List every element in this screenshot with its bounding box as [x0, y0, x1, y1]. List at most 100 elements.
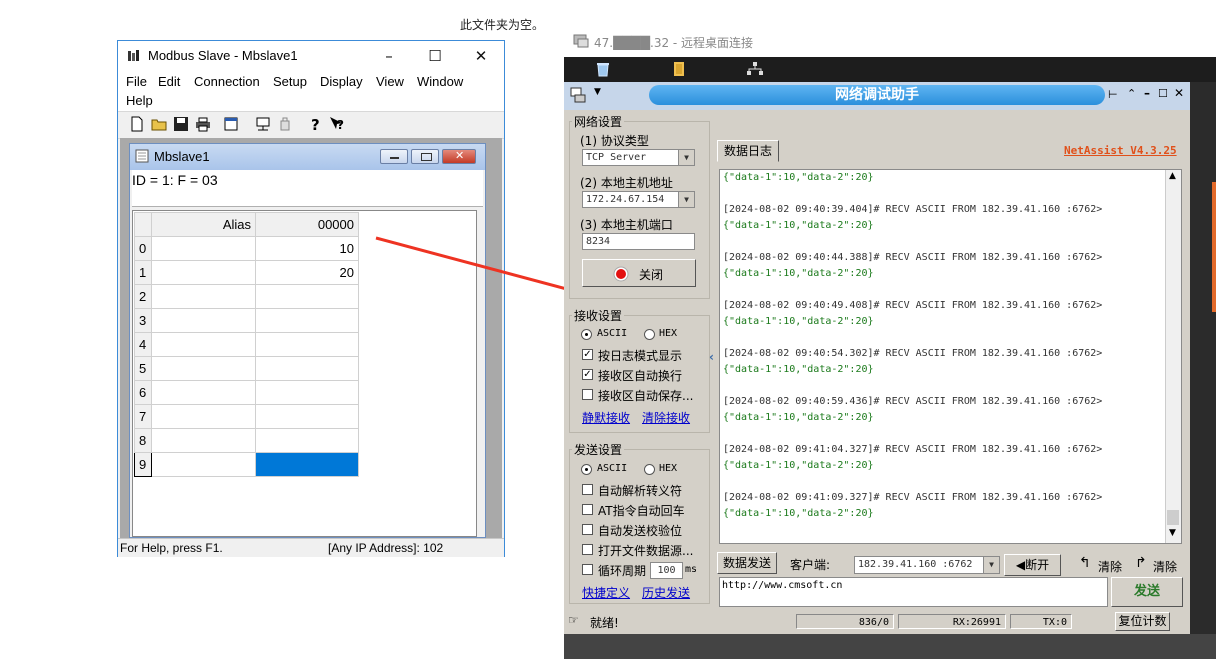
menu-file[interactable]: File — [126, 74, 147, 89]
register-value-cell[interactable] — [255, 308, 359, 333]
menu-display[interactable]: Display — [320, 74, 363, 89]
reset-count-button[interactable]: 复位计数 — [1115, 612, 1170, 631]
tab-data-send[interactable]: 数据发送 — [717, 552, 777, 574]
chevron-down-icon[interactable]: ▼ — [594, 87, 601, 97]
local-host-select[interactable]: 172.24.67.154 ▼ — [582, 191, 695, 208]
local-port-input[interactable]: 8234 — [582, 233, 695, 250]
register-value-cell[interactable] — [255, 284, 359, 309]
folder-icon[interactable] — [671, 61, 687, 77]
window-icon[interactable] — [222, 115, 240, 133]
send-ascii-radio[interactable] — [581, 464, 592, 475]
scroll-thumb[interactable] — [1167, 510, 1179, 525]
alias-cell[interactable] — [151, 308, 256, 333]
network-icon[interactable] — [746, 61, 764, 77]
modbus-title-bar[interactable]: Modbus Slave - Mbslave1 – ☐ ✕ — [118, 41, 504, 71]
register-value-cell[interactable]: 20 — [255, 260, 359, 285]
alias-cell[interactable] — [151, 428, 256, 453]
alias-cell[interactable] — [151, 284, 256, 309]
receive-log-area[interactable]: {"data-1":10,"data-2":20} [2024-08-02 09:… — [719, 169, 1182, 544]
shortcut-define-link[interactable]: 快捷定义 — [582, 584, 630, 601]
table-row: 9 — [134, 452, 359, 477]
client-select[interactable]: 182.39.41.160 :6762 ▼ — [854, 556, 1000, 574]
menu-edit[interactable]: Edit — [158, 74, 180, 89]
remote-desktop-title-bar[interactable]: 47.████.32 - 远程桌面连接 — [564, 26, 1216, 57]
version-link[interactable]: NetAssist V4.3.25 — [1064, 144, 1177, 157]
recv-wrap-checkbox[interactable]: ✓ — [582, 369, 593, 380]
file-source-checkbox[interactable] — [582, 544, 593, 555]
minimize-icon[interactable]: – — [1144, 86, 1150, 100]
open-folder-icon[interactable] — [150, 115, 168, 133]
register-value-cell[interactable] — [255, 428, 359, 453]
disconnect-button[interactable]: ◀断开 — [1004, 554, 1061, 576]
minimize-icon[interactable]: – — [366, 41, 412, 71]
menu-help[interactable]: Help — [126, 93, 153, 108]
alias-cell[interactable] — [151, 260, 256, 285]
recv-autosave-checkbox[interactable] — [582, 389, 593, 400]
remote-scroll-thumb[interactable] — [1212, 182, 1216, 312]
send-history-link[interactable]: 历史发送 — [642, 584, 690, 601]
clear-all-icon[interactable]: ↱ — [1135, 555, 1147, 571]
netassist-menu-icon[interactable] — [570, 87, 588, 103]
alias-cell[interactable] — [151, 356, 256, 381]
clear-all-label[interactable]: 清除 — [1153, 558, 1177, 575]
escape-parse-checkbox[interactable] — [582, 484, 593, 495]
scroll-down-icon[interactable]: ▼ — [1169, 528, 1176, 538]
clear-send-label[interactable]: 清除 — [1098, 558, 1122, 575]
recycle-bin-icon[interactable] — [595, 61, 611, 77]
send-button[interactable]: 发送 — [1111, 577, 1183, 607]
netassist-title-bar[interactable]: ▼ 网络调试助手 ⊢ ⌃ – ☐ ✕ — [564, 82, 1190, 110]
loop-period-checkbox[interactable] — [582, 564, 593, 575]
alias-cell[interactable] — [151, 332, 256, 357]
recv-ascii-radio[interactable] — [581, 329, 592, 340]
clear-send-icon[interactable]: ↰ — [1079, 555, 1091, 571]
alias-cell[interactable] — [151, 380, 256, 405]
register-value-cell[interactable] — [255, 332, 359, 357]
recv-wrap-label: 接收区自动换行 — [598, 369, 683, 383]
selected-register-cell[interactable] — [255, 452, 359, 477]
collapse-panel-icon[interactable]: ‹ — [709, 350, 714, 364]
pin-icon[interactable]: ⊢ — [1108, 88, 1118, 101]
maximize-icon[interactable]: ☐ — [412, 41, 458, 71]
alias-cell[interactable] — [151, 404, 256, 429]
log-mode-checkbox[interactable]: ✓ — [582, 349, 593, 360]
save-icon[interactable] — [172, 115, 190, 133]
loop-period-input[interactable]: 100 — [650, 562, 683, 579]
connect-icon[interactable] — [254, 115, 272, 133]
print-icon[interactable] — [194, 115, 212, 133]
menu-view[interactable]: View — [376, 74, 404, 89]
tab-data-log[interactable]: 数据日志 — [717, 140, 779, 162]
register-value-cell[interactable] — [255, 356, 359, 381]
recv-hex-radio[interactable] — [644, 329, 655, 340]
close-icon[interactable]: ✕ — [1174, 86, 1184, 100]
disconnect-icon[interactable] — [276, 115, 294, 133]
at-auto-enter-checkbox[interactable] — [582, 504, 593, 515]
child-minimize-icon[interactable] — [380, 149, 408, 164]
register-value-cell[interactable] — [255, 404, 359, 429]
context-help-icon[interactable]: ? — [328, 115, 346, 133]
silent-receive-link[interactable]: 静默接收 — [582, 409, 630, 426]
clear-receive-link[interactable]: 清除接收 — [642, 409, 690, 426]
register-value-cell[interactable] — [255, 380, 359, 405]
alias-cell[interactable] — [151, 452, 256, 477]
log-scrollbar[interactable]: ▲ ▼ — [1165, 170, 1181, 543]
auto-checksum-checkbox[interactable] — [582, 524, 593, 535]
rollup-icon[interactable]: ⌃ — [1127, 87, 1136, 100]
protocol-select[interactable]: TCP Server ▼ — [582, 149, 695, 166]
register-value-cell[interactable]: 10 — [255, 236, 359, 261]
close-icon[interactable]: ✕ — [458, 41, 504, 71]
menu-setup[interactable]: Setup — [273, 74, 307, 89]
scroll-up-icon[interactable]: ▲ — [1169, 171, 1176, 181]
send-hex-radio[interactable] — [644, 464, 655, 475]
help-icon[interactable]: ? — [306, 115, 324, 133]
alias-cell[interactable] — [151, 236, 256, 261]
tab-data-send-label: 数据发送 — [722, 556, 771, 570]
child-close-icon[interactable]: ✕ — [442, 149, 476, 164]
child-title-bar[interactable]: Mbslave1 ✕ — [130, 144, 485, 170]
child-restore-icon[interactable] — [411, 149, 439, 164]
menu-window[interactable]: Window — [417, 74, 463, 89]
menu-connection[interactable]: Connection — [194, 74, 260, 89]
maximize-icon[interactable]: ☐ — [1158, 87, 1168, 100]
send-input[interactable]: http://www.cmsoft.cn — [719, 577, 1108, 607]
close-connection-button[interactable]: 关闭 — [582, 259, 696, 287]
new-file-icon[interactable] — [128, 115, 146, 133]
